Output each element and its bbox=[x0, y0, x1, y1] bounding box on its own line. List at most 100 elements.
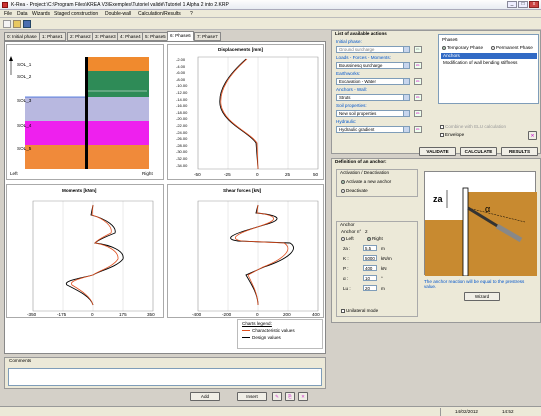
displacements-ytick: -8.00 bbox=[176, 76, 186, 82]
alpha-unit: ° bbox=[381, 276, 383, 281]
lu-input[interactable]: 20 bbox=[363, 285, 377, 291]
unilateral-checkbox[interactable]: Unilateral mode bbox=[341, 308, 378, 313]
add-button[interactable]: Add bbox=[190, 392, 220, 401]
earthworks-select[interactable]: Excavation - Water bbox=[336, 78, 410, 85]
tab-phase7[interactable]: 7: Phase7 bbox=[194, 32, 221, 41]
chevron-down-icon bbox=[403, 111, 409, 116]
radio-off-icon bbox=[491, 45, 495, 50]
tab-initial-phase[interactable]: 0: Initial phase bbox=[4, 32, 40, 41]
phase-box: Phase6 Temporary Phase Permanent Phase A… bbox=[438, 34, 539, 104]
delete-phase-icon[interactable]: ✕ bbox=[298, 392, 308, 401]
calculate-button[interactable]: CALCULATE bbox=[460, 147, 497, 156]
shear-xtick-4: 400 bbox=[312, 312, 320, 317]
radio-on-icon bbox=[341, 179, 345, 184]
temporary-phase-radio[interactable]: Temporary Phase bbox=[442, 45, 483, 50]
moments-svg bbox=[32, 200, 154, 312]
tab-phase1[interactable]: 1: Phase1 bbox=[39, 32, 66, 41]
loads-value: Boussinesq surcharge bbox=[339, 63, 383, 68]
app-icon bbox=[2, 2, 8, 8]
left-radio[interactable]: Left bbox=[341, 236, 354, 241]
phase-item-anchors[interactable]: Anchors bbox=[443, 53, 460, 58]
displacements-xtick-3: 25 bbox=[285, 172, 291, 177]
maximize-button[interactable]: □ bbox=[518, 1, 528, 8]
anchors-edit-icon[interactable]: ✏ bbox=[414, 94, 422, 101]
phase-name: Phase6 bbox=[442, 37, 458, 42]
shear-curve-char bbox=[234, 204, 289, 306]
menu-double-wall[interactable]: Double-wall bbox=[105, 11, 131, 17]
soil-select[interactable]: New soil properties bbox=[336, 110, 410, 117]
deactivate-label: Deactivate bbox=[346, 188, 368, 193]
insert-button[interactable]: Insert bbox=[237, 392, 267, 401]
wizard-button[interactable]: Wizard bbox=[464, 292, 500, 301]
displacements-chart: Displacements [mm] -2.00 -4.00 -6.00 -8.00-… bbox=[167, 44, 324, 180]
k-label: K : bbox=[343, 256, 349, 261]
displacement-curve-char bbox=[220, 58, 259, 170]
anchor-definition-group: Definition of an anchor: Activation / De… bbox=[331, 158, 541, 323]
menu-calculation-results[interactable]: Calculation/Results bbox=[138, 11, 181, 17]
initial-phase-edit-icon[interactable]: ✏ bbox=[414, 46, 422, 53]
left-label: Left bbox=[10, 171, 18, 176]
displacements-ytick: -26.00 bbox=[176, 136, 188, 142]
title-bar: K-Rea - Project:\C:\Program Files\KREA V… bbox=[0, 0, 541, 10]
loads-edit-icon[interactable]: ✏ bbox=[414, 62, 422, 69]
hydraulic-select[interactable]: Hydraulic gradient bbox=[336, 126, 410, 133]
alpha-input[interactable]: 10 bbox=[363, 275, 377, 281]
displacements-xtick-2: 0 bbox=[256, 172, 259, 177]
phase-item-stiffness[interactable]: Modification of wall bending stiffness bbox=[443, 60, 517, 65]
right-radio[interactable]: Right bbox=[367, 236, 383, 241]
initial-phase-select[interactable]: Ground surcharge bbox=[336, 46, 410, 53]
menu-file[interactable]: File bbox=[4, 11, 12, 17]
menu-data[interactable]: Data bbox=[17, 11, 28, 17]
tab-phase3[interactable]: 3: Phase3 bbox=[92, 32, 119, 41]
za-unit: m bbox=[381, 246, 385, 251]
moments-chart: Moments [kNm] -350 -175 0 175 350 bbox=[6, 184, 164, 318]
loads-select[interactable]: Boussinesq surcharge bbox=[336, 62, 410, 69]
displacements-ytick: -12.00 bbox=[176, 90, 188, 95]
copy-phase-icon[interactable]: ⎘ bbox=[285, 392, 295, 401]
new-file-icon[interactable] bbox=[3, 20, 11, 28]
soil-edit-icon[interactable]: ✏ bbox=[414, 110, 422, 117]
earthworks-edit-icon[interactable]: ✏ bbox=[414, 78, 422, 85]
deactivate-radio[interactable]: Deactivate bbox=[341, 188, 368, 193]
charts-legend: Charts legend: Characteristic values Des… bbox=[237, 319, 323, 349]
activation-group: Activation / Deactivation Activate a new… bbox=[336, 169, 418, 197]
layer-label-2: SOL_2 bbox=[17, 74, 32, 79]
comments-textarea[interactable] bbox=[8, 368, 322, 386]
close-button[interactable]: x bbox=[529, 1, 539, 8]
displacements-ytick: -6.00 bbox=[176, 70, 186, 76]
za-input[interactable]: 5.5 bbox=[363, 245, 377, 251]
right-label: Right bbox=[142, 171, 153, 176]
hydraulic-edit-icon[interactable]: ✏ bbox=[414, 126, 422, 133]
save-icon[interactable] bbox=[23, 20, 31, 28]
anchors-select[interactable]: Struts bbox=[336, 94, 410, 101]
open-folder-icon[interactable] bbox=[13, 20, 21, 28]
moments-xtick-2: 0 bbox=[91, 312, 94, 317]
menu-wizards[interactable]: Wizards bbox=[32, 11, 50, 17]
menu-help[interactable]: ? bbox=[190, 11, 193, 17]
tab-phase5[interactable]: 5: Phase5 bbox=[142, 32, 169, 41]
p-input[interactable]: 400 bbox=[363, 265, 377, 271]
envelope-checkbox[interactable]: Envelope bbox=[440, 132, 464, 137]
permanent-phase-radio[interactable]: Permanent Phase bbox=[491, 45, 533, 50]
diagram-wall bbox=[462, 187, 469, 276]
results-button[interactable]: RESULTS bbox=[501, 147, 538, 156]
tab-phase4[interactable]: 4: Phase4 bbox=[117, 32, 144, 41]
displacements-ytick: -18.00 bbox=[176, 109, 188, 115]
shear-svg bbox=[197, 200, 319, 312]
chevron-down-icon bbox=[403, 127, 409, 132]
k-input[interactable]: 5000 bbox=[363, 255, 377, 261]
activate-anchor-radio[interactable]: Activate a new anchor bbox=[341, 179, 391, 184]
delete-action-icon[interactable]: ✕ bbox=[528, 131, 537, 140]
validate-button[interactable]: VALIDATE bbox=[419, 147, 456, 156]
radio-off-icon bbox=[341, 236, 345, 241]
status-date: 14/02/2012 bbox=[455, 409, 478, 414]
edit-phase-icon[interactable]: ✎ bbox=[272, 392, 282, 401]
right-radio-label: Right bbox=[372, 236, 383, 241]
menu-staged-construction[interactable]: Staged construction bbox=[54, 11, 98, 17]
checkbox-icon bbox=[440, 124, 444, 129]
tab-phase2[interactable]: 2: Phase2 bbox=[67, 32, 94, 41]
combine-elu-checkbox[interactable]: Combine with ELU calculation bbox=[440, 124, 506, 129]
minimize-button[interactable]: _ bbox=[507, 1, 517, 8]
checkbox-icon bbox=[341, 308, 345, 313]
tab-phase6[interactable]: 6: Phase6 bbox=[167, 31, 194, 41]
